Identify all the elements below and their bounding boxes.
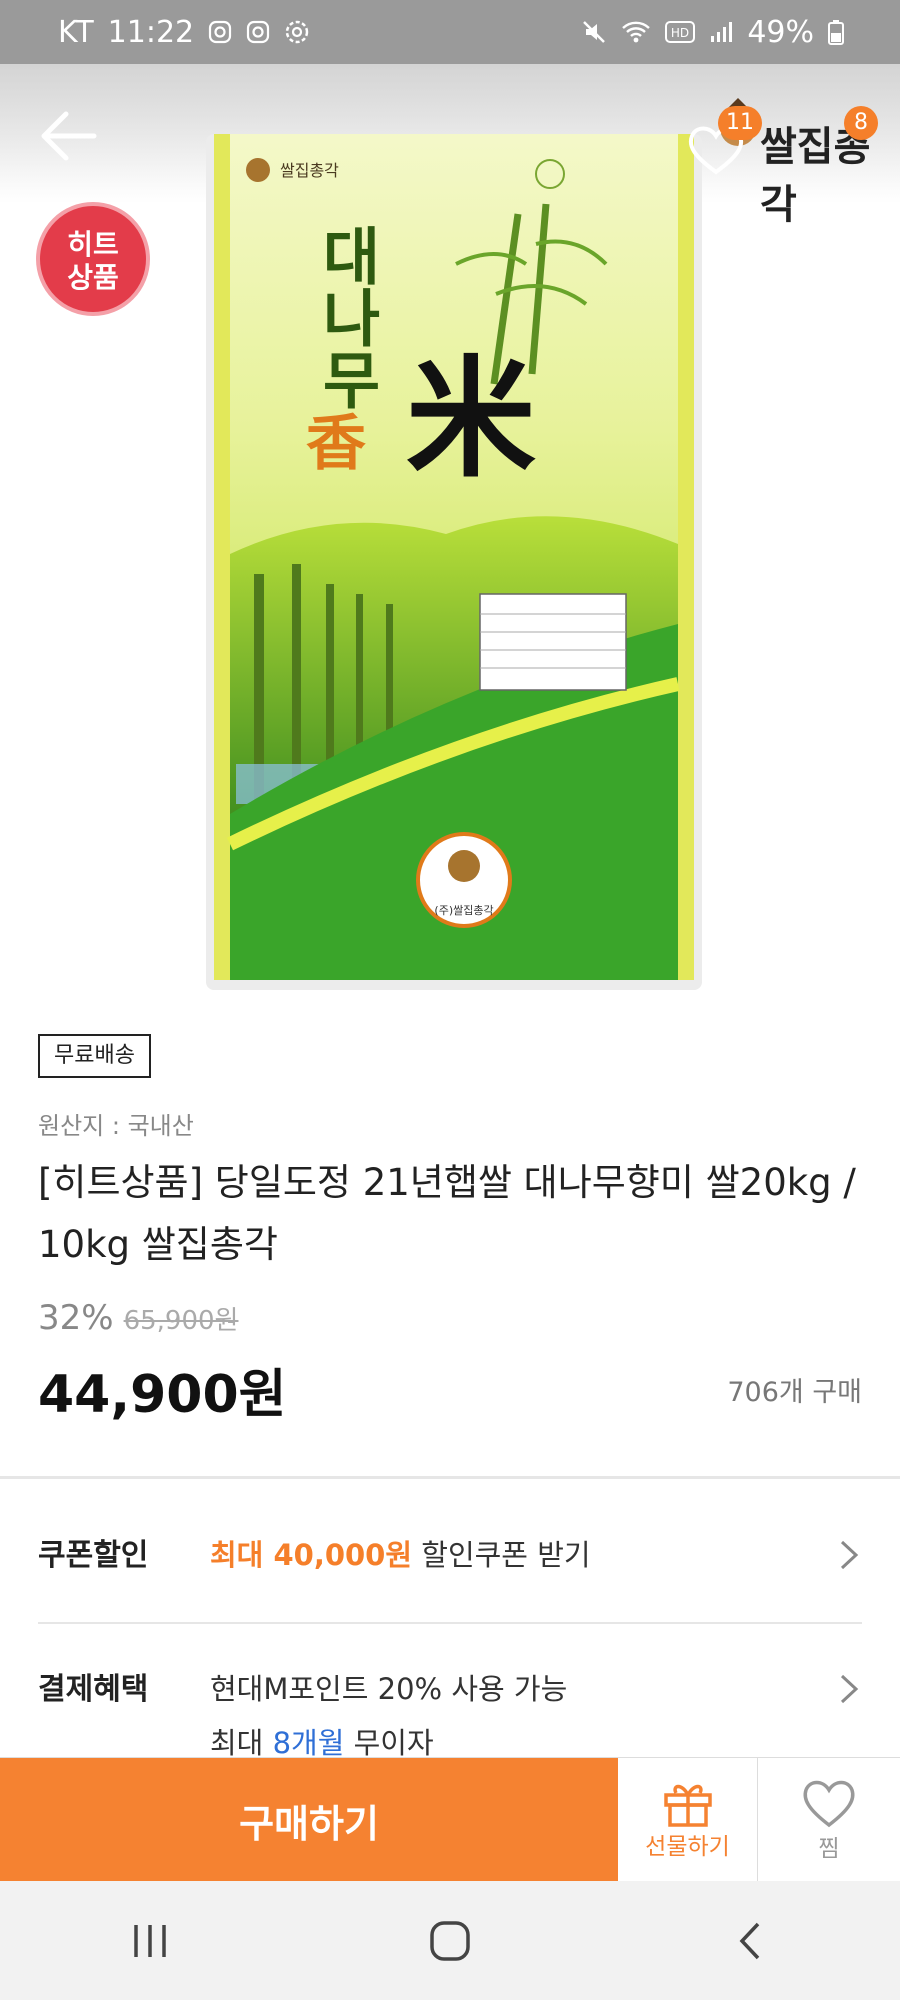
back-arrow-icon[interactable]: [36, 108, 98, 164]
coupon-highlight: 최대 40,000원: [210, 1538, 413, 1572]
free-shipping-tag: 무료배송: [38, 1034, 151, 1078]
status-right: HD 49%: [581, 15, 844, 50]
settings-gear-icon: [285, 20, 309, 44]
discount-row: 32% 65,900원: [38, 1298, 238, 1338]
chevron-right-icon: [840, 1674, 859, 1704]
hit-badge-label: 히트 상품: [67, 228, 119, 294]
home-icon: [430, 1920, 470, 1961]
coupon-suffix: 할인쿠폰 받기: [412, 1538, 591, 1572]
payment-line2-suffix: 무이자: [344, 1726, 434, 1760]
section-divider: [0, 1476, 900, 1479]
back-chevron-icon: [739, 1922, 760, 1959]
hit-product-badge: 히트 상품: [36, 202, 150, 316]
rice-bag-image: 쌀집총각 대나무 香 米 (주)쌀집총각: [206, 134, 702, 990]
discount-percent: 32%: [38, 1298, 114, 1338]
original-price: 65,900원: [123, 1306, 239, 1336]
product-image-section: 쌀집총각 11 8 히트 상품 쌀집총각 대나무 香 米 (주)쌀집총각: [0, 64, 900, 994]
payment-line2-prefix: 최대: [210, 1726, 273, 1760]
system-navigation-bar: [0, 1881, 900, 2000]
battery-icon: [828, 20, 844, 45]
package-seal-text: (주)쌀집총각: [434, 904, 493, 917]
wifi-icon: [622, 21, 651, 43]
battery-percent: 49%: [747, 14, 814, 50]
zzim-button[interactable]: 찜: [758, 1758, 900, 1882]
gift-label: 선물하기: [645, 1834, 730, 1860]
svg-text:HD: HD: [671, 26, 689, 40]
back-button[interactable]: [710, 1911, 790, 1971]
gift-button[interactable]: 선물하기: [618, 1758, 758, 1882]
origin-label: 원산지 : 국내산: [38, 1112, 194, 1140]
buy-button[interactable]: 구매하기: [0, 1758, 618, 1882]
sale-price: 44,900원: [38, 1365, 287, 1425]
status-bar: KT 11:22 HD 49%: [0, 0, 900, 64]
row-divider: [38, 1622, 862, 1624]
clock: 11:22: [107, 14, 195, 50]
payment-line-1: 현대M포인트 20% 사용 가능: [210, 1672, 568, 1706]
package-rice-char: 米: [406, 342, 536, 495]
zzim-label: 찜: [818, 1836, 840, 1862]
home-button[interactable]: [410, 1911, 490, 1971]
instagram-icon: [247, 20, 270, 44]
bottom-action-bar: 구매하기 선물하기 찜: [0, 1757, 900, 1882]
wishlist-count-badge: 11: [718, 106, 762, 140]
instagram-icon: [209, 20, 232, 44]
chevron-right-icon: [840, 1540, 859, 1570]
hd-icon: HD: [665, 21, 696, 43]
package-name-char: 香: [306, 409, 366, 479]
seller-logo-text: 쌀집총각: [760, 123, 871, 228]
coupon-text: 최대 40,000원 할인쿠폰 받기: [210, 1532, 591, 1574]
coupon-label: 쿠폰할인: [38, 1538, 149, 1573]
carrier-label: KT: [58, 14, 94, 50]
recent-apps-button[interactable]: [110, 1911, 190, 1971]
signal-icon: [711, 22, 733, 42]
payment-line2-highlight: 8개월: [272, 1726, 345, 1760]
heart-icon: [803, 1780, 855, 1828]
payment-label: 결제혜택: [38, 1672, 149, 1707]
package-name-vertical: 대나무: [310, 224, 383, 410]
gift-icon: [663, 1784, 712, 1827]
purchase-count: 706개 구매: [727, 1377, 862, 1408]
package-brand: 쌀집총각: [280, 161, 339, 180]
cart-count-badge[interactable]: 8: [844, 106, 878, 140]
recent-apps-icon: [134, 1924, 166, 1957]
payment-line-2: 최대 8개월 무이자: [210, 1720, 434, 1762]
product-title: [히트상품] 당일도정 21년햅쌀 대나무향미 쌀20kg / 10kg 쌀집총…: [38, 1161, 856, 1266]
status-left: KT 11:22: [58, 15, 310, 50]
mute-icon: [583, 21, 606, 43]
